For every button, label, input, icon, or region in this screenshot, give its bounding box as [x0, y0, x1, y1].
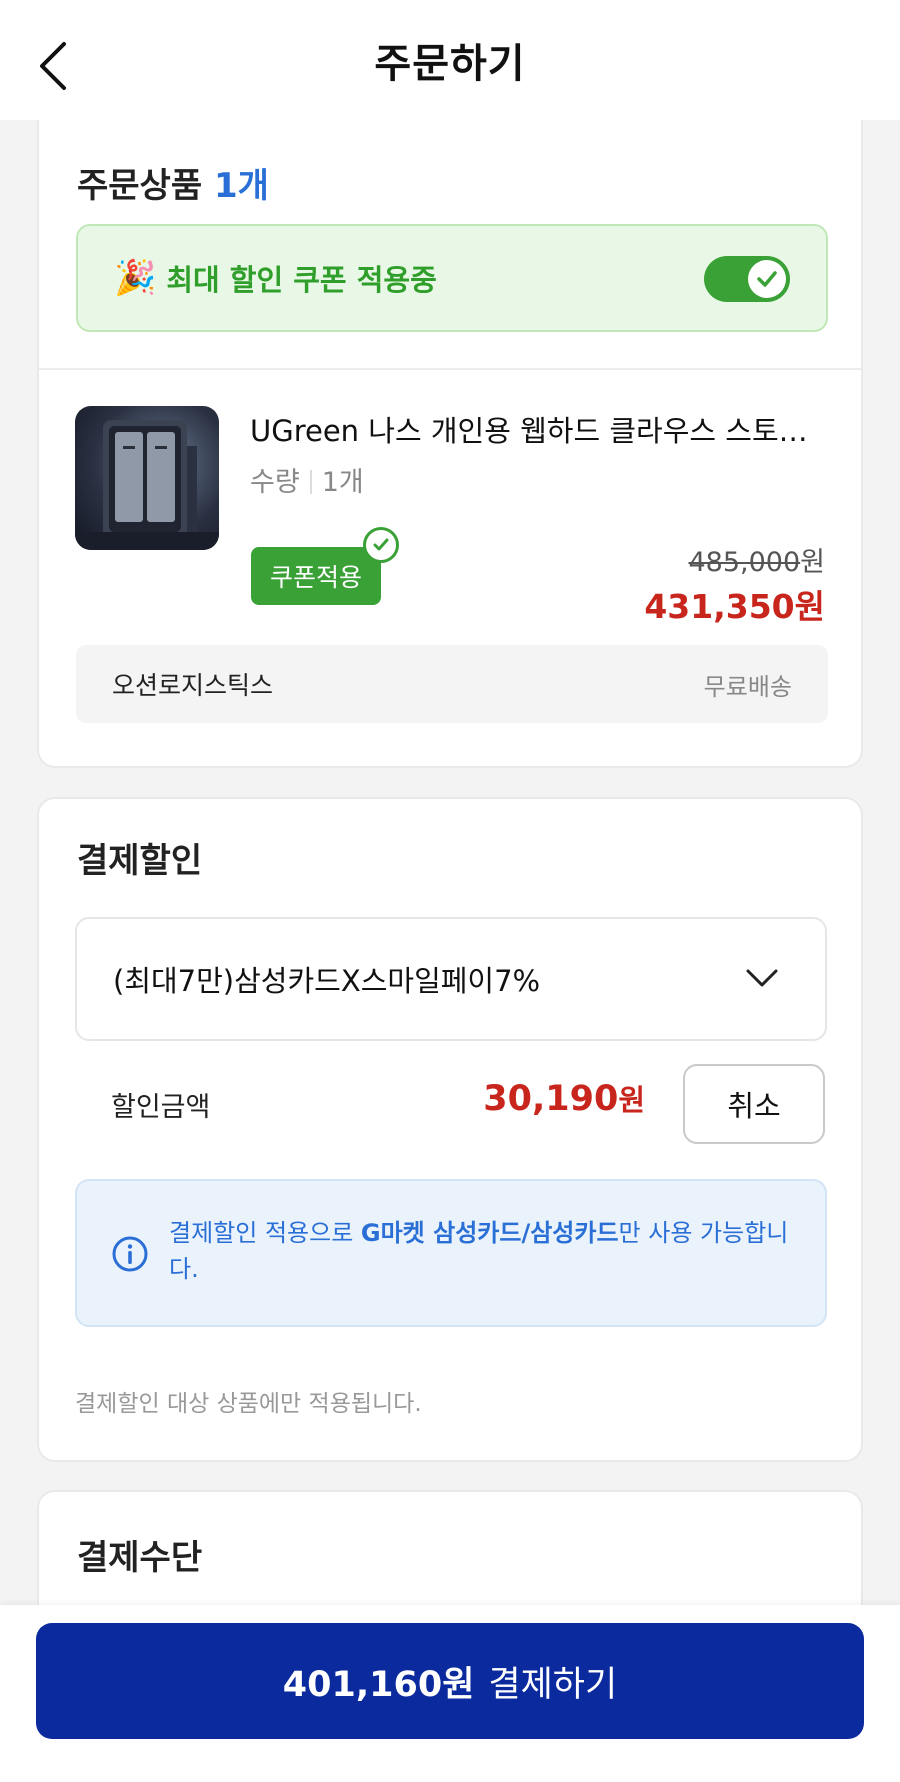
nas-device-image [75, 420, 219, 550]
bottom-bar: 401,160원 결제하기 [0, 1605, 900, 1782]
payment-method-title: 결제수단 [77, 1538, 203, 1578]
back-button[interactable] [34, 40, 74, 92]
quantity-label: 수량 [250, 467, 300, 498]
original-price: 485,000원 [689, 540, 826, 579]
discount-note: 결제할인 대상 상품에만 적용됩니다. [75, 1391, 422, 1417]
coupon-applied-banner: 🎉 최대 할인 쿠폰 적용중 [76, 224, 828, 332]
checkout-amount: 401,160원 [282, 1664, 475, 1705]
seller-name: 오션로지스틱스 [112, 671, 274, 700]
coupon-applied-badge[interactable]: 쿠폰적용 [251, 527, 399, 605]
product-thumbnail[interactable] [75, 406, 219, 550]
page-title: 주문하기 [374, 41, 526, 87]
order-items-card: 주문상품 1개 🎉 최대 할인 쿠폰 적용중 UGreen 나스 개인용 웹하드… [37, 110, 863, 768]
quantity-row: 수량 1개 [250, 460, 364, 499]
discount-amount-label: 할인금액 [111, 1092, 211, 1123]
discount-select-value: (최대7만)삼성카드X스마일페이7% [113, 964, 541, 998]
cancel-discount-button[interactable]: 취소 [683, 1064, 825, 1144]
chevron-down-icon [746, 969, 778, 987]
info-text-highlight: G마켓 삼성카드/삼성카드 [360, 1219, 619, 1247]
check-circle-icon [363, 527, 399, 563]
coupon-banner-text: 최대 할인 쿠폰 적용중 [166, 263, 437, 297]
checkout-button[interactable]: 401,160원 결제하기 [36, 1623, 864, 1739]
coupon-toggle[interactable] [704, 256, 790, 302]
discount-info-text: 결제할인 적용으로 G마켓 삼성카드/삼성카드만 사용 가능합니다. [169, 1215, 789, 1287]
coupon-badge-label: 쿠폰적용 [269, 563, 362, 592]
seller-box: 오션로지스틱스 무료배송 [76, 645, 828, 723]
chevron-left-icon [40, 42, 66, 90]
shipping-info: 무료배송 [703, 672, 792, 701]
order-items-count: 1개 [213, 166, 269, 206]
divider [39, 368, 861, 370]
original-price-value: 485,000 [688, 547, 801, 578]
checkout-label: 결제하기 [488, 1664, 618, 1705]
payment-discount-title: 결제할인 [77, 841, 203, 881]
info-icon [112, 1236, 148, 1272]
product-name[interactable]: UGreen 나스 개인용 웹하드 클라우스 스토리… [250, 408, 832, 450]
info-text-prefix: 결제할인 적용으로 [169, 1219, 361, 1247]
discount-amount-value: 30,190 [483, 1079, 619, 1119]
original-price-unit: 원 [800, 547, 825, 578]
quantity-separator [309, 470, 312, 494]
discount-info-box: 결제할인 적용으로 G마켓 삼성카드/삼성카드만 사용 가능합니다. [75, 1179, 827, 1327]
toggle-knob [748, 260, 786, 298]
order-items-title-text: 주문상품 [77, 166, 203, 206]
top-header: 주문하기 [0, 0, 900, 120]
quantity-value: 1개 [321, 467, 364, 498]
discount-amount: 30,190원 [483, 1077, 645, 1119]
sale-price: 431,350원 [644, 587, 825, 626]
discount-select[interactable]: (최대7만)삼성카드X스마일페이7% [75, 917, 827, 1041]
check-icon [757, 271, 777, 287]
party-popper-icon: 🎉 [114, 258, 157, 298]
discount-amount-unit: 원 [618, 1083, 645, 1117]
payment-discount-card: 결제할인 (최대7만)삼성카드X스마일페이7% 할인금액 30,190원 취소 … [37, 797, 863, 1462]
order-items-title: 주문상품 1개 [77, 158, 269, 207]
